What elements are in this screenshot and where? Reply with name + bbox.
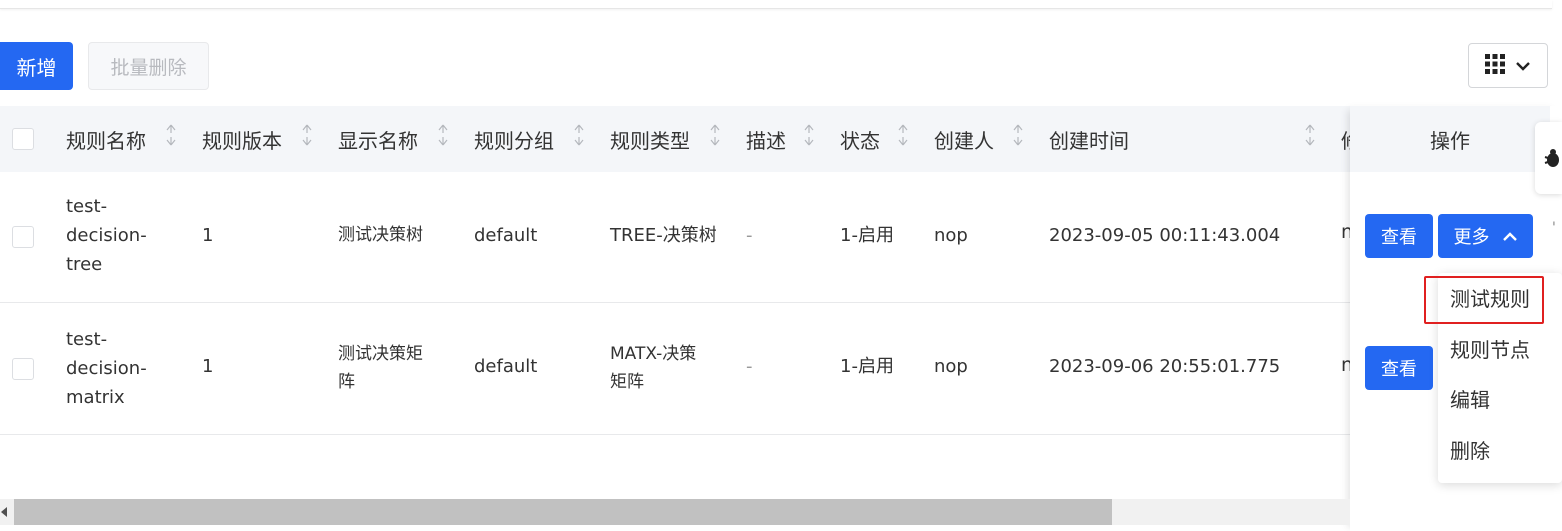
cell-description: - (746, 356, 753, 377)
menu-item-edit[interactable]: 编辑 (1450, 386, 1490, 414)
row-divider (0, 302, 1350, 303)
column-header-version[interactable]: 规则版本 (202, 106, 282, 172)
cell-version: 1 (202, 356, 214, 377)
column-header-display-name[interactable]: 显示名称 (338, 106, 418, 172)
more-button[interactable]: 更多 (1438, 214, 1533, 258)
bug-icon (1544, 148, 1562, 172)
cell-created-at: 2023-09-06 20:55:01.775 (1049, 356, 1281, 377)
cell-version: 1 (202, 225, 214, 246)
cell-type: MATX-决策 矩阵 (610, 344, 697, 392)
sort-icon[interactable] (898, 124, 908, 146)
cell-rule-name: test-decision-tree (66, 196, 147, 275)
row-checkbox[interactable] (12, 226, 34, 248)
sort-icon[interactable] (438, 124, 448, 146)
column-header-creator[interactable]: 创建人 (934, 106, 994, 172)
cell-description: - (746, 225, 753, 246)
chevron-up-icon (1502, 226, 1518, 247)
side-float-tab[interactable] (1535, 122, 1562, 194)
sort-icon[interactable] (1305, 124, 1315, 146)
chevron-down-icon (1515, 56, 1531, 75)
column-header-created-at[interactable]: 创建时间 (1049, 106, 1129, 172)
cell-partial: n (1341, 221, 1350, 243)
menu-item-rule-nodes[interactable]: 规则节点 (1450, 336, 1530, 364)
sort-icon[interactable] (166, 124, 176, 146)
cell-display-name: 测试决策矩阵 (338, 344, 423, 392)
cell-status: 1-启用 (840, 356, 894, 377)
sort-icon[interactable] (1013, 124, 1023, 146)
column-header-operations: 操作 (1350, 106, 1550, 172)
add-button[interactable]: 新增 (0, 42, 73, 90)
scroll-left-icon[interactable] (0, 499, 14, 525)
cell-group: default (474, 356, 538, 377)
cell-creator: nop (934, 356, 968, 377)
row-divider (0, 434, 1350, 435)
cell-group: default (474, 225, 538, 246)
column-header-description[interactable]: 描述 (746, 106, 786, 172)
menu-item-delete[interactable]: 删除 (1450, 437, 1490, 465)
row-checkbox[interactable] (12, 358, 34, 380)
batch-delete-button[interactable]: 批量删除 (88, 42, 209, 90)
scrollbar-thumb[interactable] (14, 499, 1112, 525)
column-header-status[interactable]: 状态 (840, 106, 880, 172)
cell-created-at: 2023-09-05 00:11:43.004 (1049, 225, 1281, 246)
cell-status: 1-启用 (840, 225, 894, 246)
cell-rule-name: test-decision-matrix (66, 329, 147, 408)
column-header-partial: 修 (1341, 106, 1350, 172)
sort-icon[interactable] (804, 124, 814, 146)
grid-icon (1485, 53, 1505, 78)
sort-icon[interactable] (302, 124, 312, 146)
highlight-box (1424, 276, 1544, 324)
top-filter-card (0, 0, 1552, 9)
cell-creator: nop (934, 225, 968, 246)
column-header-group[interactable]: 规则分组 (474, 106, 554, 172)
sort-icon[interactable] (574, 124, 584, 146)
more-indicator: ' (1552, 220, 1556, 236)
cell-display-name: 测试决策树 (338, 225, 423, 245)
select-all-checkbox[interactable] (12, 128, 34, 150)
column-header-type[interactable]: 规则类型 (610, 106, 690, 172)
more-label: 更多 (1453, 227, 1490, 248)
cell-partial: n (1341, 354, 1350, 376)
view-button[interactable]: 查看 (1365, 346, 1433, 390)
cell-type: TREE-决策树 (610, 225, 717, 246)
column-toggle-button[interactable] (1468, 43, 1548, 88)
sort-icon[interactable] (710, 124, 720, 146)
view-button[interactable]: 查看 (1365, 214, 1433, 258)
column-header-rule-name[interactable]: 规则名称 (66, 106, 146, 172)
